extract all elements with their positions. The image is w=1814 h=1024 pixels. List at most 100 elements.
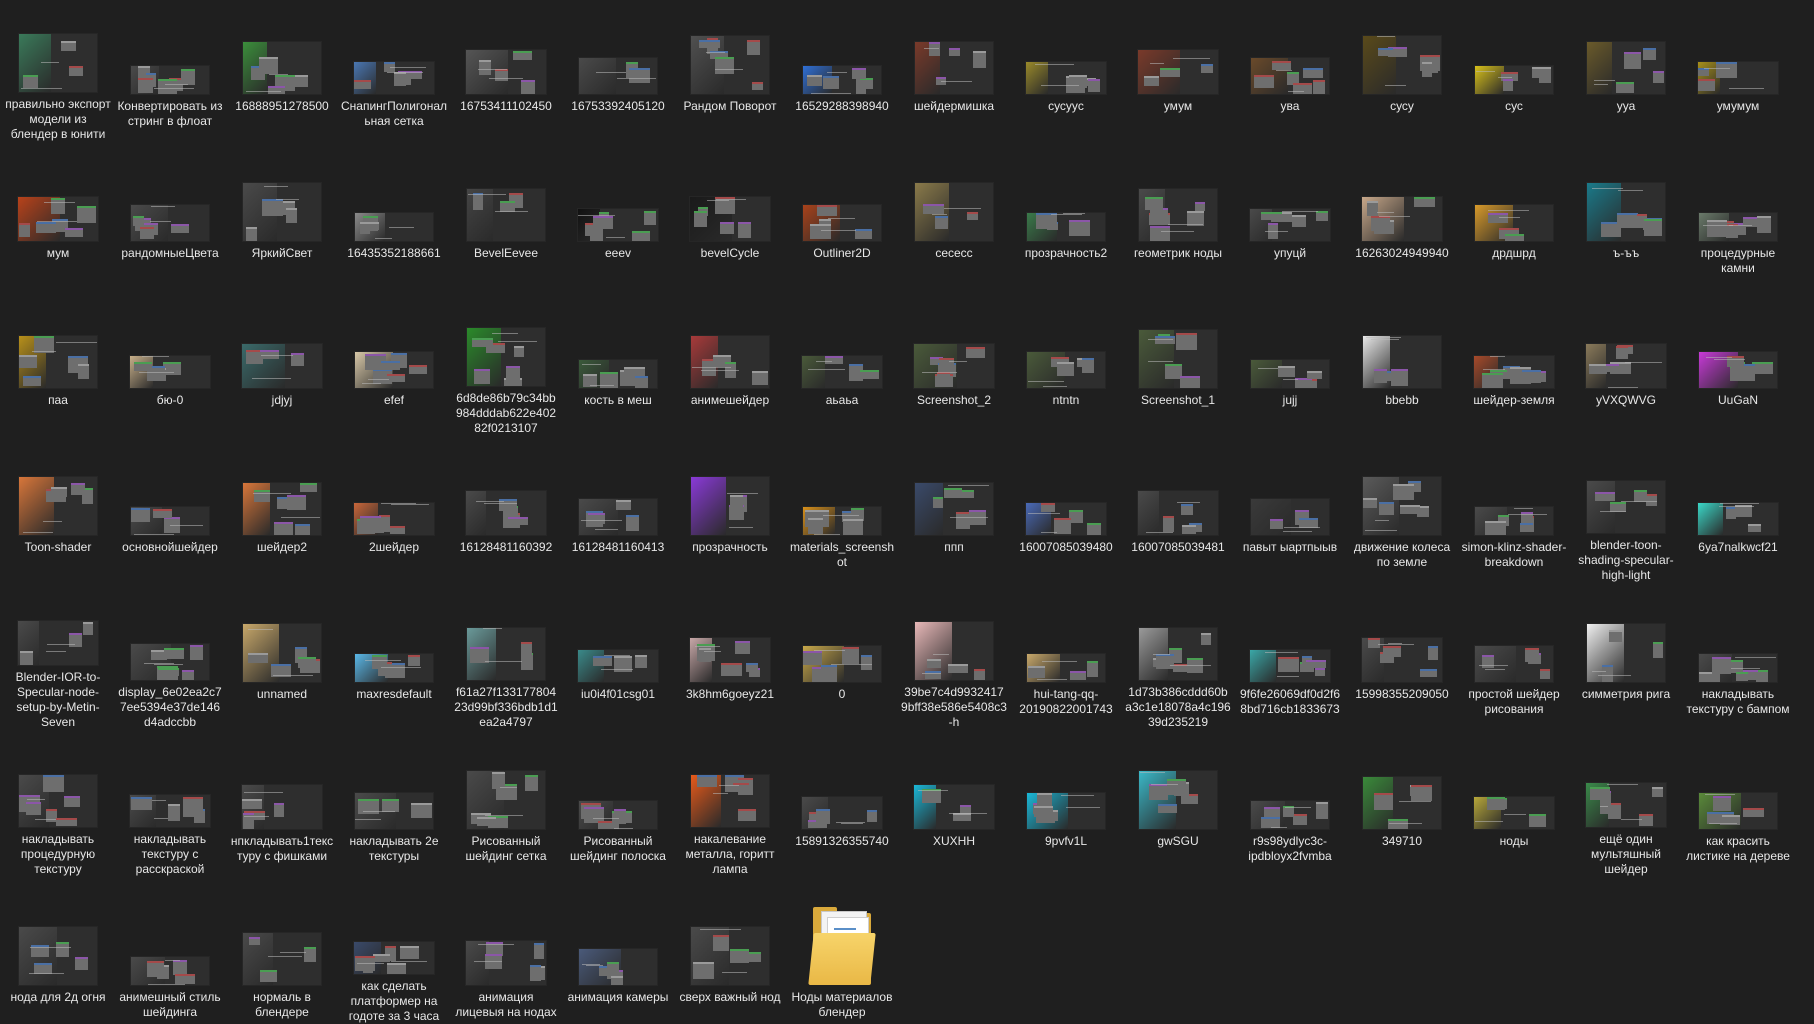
file-item[interactable]: накладывать текстуру с бампом bbox=[1682, 594, 1794, 730]
file-item[interactable]: simon-klinz-shader-breakdown bbox=[1458, 447, 1570, 583]
file-item[interactable]: Outliner2D bbox=[786, 153, 898, 289]
file-item[interactable]: ъ-ъъ bbox=[1570, 153, 1682, 289]
file-item[interactable]: прозрачность2 bbox=[1010, 153, 1122, 289]
file-item[interactable]: 349710 bbox=[1346, 741, 1458, 877]
file-item[interactable]: бю-0 bbox=[114, 300, 226, 436]
file-item[interactable]: прозрачность bbox=[674, 447, 786, 583]
file-item[interactable]: 16529288398940 bbox=[786, 6, 898, 142]
file-item[interactable]: 15891326355740 bbox=[786, 741, 898, 877]
file-item[interactable]: ууа bbox=[1570, 6, 1682, 142]
file-item[interactable]: правильно экспорт модели из блендер в юн… bbox=[2, 6, 114, 142]
file-item[interactable]: 3k8hm6goeyz21 bbox=[674, 594, 786, 730]
file-item[interactable]: сусууc bbox=[1010, 6, 1122, 142]
file-item[interactable]: materials_screenshot bbox=[786, 447, 898, 583]
file-item[interactable]: рандомныеЦвета bbox=[114, 153, 226, 289]
file-item[interactable]: шейдер2 bbox=[226, 447, 338, 583]
file-item[interactable]: умумум bbox=[1682, 6, 1794, 142]
file-item[interactable]: ппп bbox=[898, 447, 1010, 583]
file-item[interactable]: yVXQWVG bbox=[1570, 300, 1682, 436]
file-item[interactable]: накалевание металла, горитт лампа bbox=[674, 741, 786, 877]
file-item[interactable]: gwSGU bbox=[1122, 741, 1234, 877]
file-item[interactable]: упуцй bbox=[1234, 153, 1346, 289]
file-item[interactable]: мум bbox=[2, 153, 114, 289]
file-item[interactable]: 39be7c4d99324179bff38e586e5408c3-h bbox=[898, 594, 1010, 730]
file-item[interactable]: display_6e02ea2c77ee5394e37de146d4adccbb bbox=[114, 594, 226, 730]
file-item[interactable]: bbebb bbox=[1346, 300, 1458, 436]
file-item[interactable]: 0 bbox=[786, 594, 898, 730]
file-item[interactable]: efef bbox=[338, 300, 450, 436]
file-item[interactable]: сусу bbox=[1346, 6, 1458, 142]
file-item[interactable]: Конвертировать из стринг в флоат bbox=[114, 6, 226, 142]
file-item[interactable]: кость в меш bbox=[562, 300, 674, 436]
file-item[interactable]: ntntn bbox=[1010, 300, 1122, 436]
file-item[interactable]: умум bbox=[1122, 6, 1234, 142]
file-item[interactable]: Рисованный шейдинг сетка bbox=[450, 741, 562, 877]
file-item[interactable]: Screenshot_2 bbox=[898, 300, 1010, 436]
file-item[interactable]: анимация лицевыя на нодах bbox=[450, 897, 562, 1024]
file-item[interactable]: 6ya7nalkwcf21 bbox=[1682, 447, 1794, 583]
file-item[interactable]: 16753392405120 bbox=[562, 6, 674, 142]
file-item[interactable]: BevelEevee bbox=[450, 153, 562, 289]
file-item[interactable]: 16263024949940 bbox=[1346, 153, 1458, 289]
file-item[interactable]: симметрия рига bbox=[1570, 594, 1682, 730]
folder-item[interactable]: Ноды материалов блендер bbox=[786, 897, 898, 1024]
file-item[interactable]: СнапингПолигональная сетка bbox=[338, 6, 450, 142]
file-item[interactable]: bevelCycle bbox=[674, 153, 786, 289]
file-item[interactable]: аьаьа bbox=[786, 300, 898, 436]
file-item[interactable]: основнойшейдер bbox=[114, 447, 226, 583]
file-item[interactable]: движение колеса по земле bbox=[1346, 447, 1458, 583]
file-item[interactable]: нпкладывать1текстуру с фишками bbox=[226, 741, 338, 877]
file-item[interactable]: шейдер-земля bbox=[1458, 300, 1570, 436]
file-item[interactable]: 16888951278500 bbox=[226, 6, 338, 142]
file-item[interactable]: 16128481160392 bbox=[450, 447, 562, 583]
file-item[interactable]: геометрик ноды bbox=[1122, 153, 1234, 289]
file-item[interactable]: шейдермишка bbox=[898, 6, 1010, 142]
file-item[interactable]: 6d8de86b79c34bb984dddab622e40282f0213107 bbox=[450, 300, 562, 436]
file-item[interactable]: 2шейдер bbox=[338, 447, 450, 583]
file-item[interactable]: простой шейдер рисования bbox=[1458, 594, 1570, 730]
file-item[interactable]: Toon-shader bbox=[2, 447, 114, 583]
file-item[interactable]: сус bbox=[1458, 6, 1570, 142]
file-item[interactable]: сесесс bbox=[898, 153, 1010, 289]
file-item[interactable]: павыт ыартпыыв bbox=[1234, 447, 1346, 583]
file-item[interactable]: как сделать платформер на годоте за 3 ча… bbox=[338, 897, 450, 1024]
file-item[interactable]: 1d73b386cddd60ba3c1e18078a4c19639d235219 bbox=[1122, 594, 1234, 730]
file-item[interactable]: 16753411102450 bbox=[450, 6, 562, 142]
file-item[interactable]: iu0i4f01csg01 bbox=[562, 594, 674, 730]
file-item[interactable]: нода для 2д огня bbox=[2, 897, 114, 1024]
file-item[interactable]: процедурные камни bbox=[1682, 153, 1794, 289]
file-item[interactable]: Blender-IOR-to-Specular-node-setup-by-Me… bbox=[2, 594, 114, 730]
file-item[interactable]: накладывать процедурную текстуру bbox=[2, 741, 114, 877]
file-item[interactable]: Рисованный шейдинг полоска bbox=[562, 741, 674, 877]
file-item[interactable]: 16435352188661 bbox=[338, 153, 450, 289]
file-item[interactable]: 16007085039480 bbox=[1010, 447, 1122, 583]
file-item[interactable]: UuGaN bbox=[1682, 300, 1794, 436]
file-item[interactable]: hui-tang-qq-20190822001743 bbox=[1010, 594, 1122, 730]
file-item[interactable]: накладывать текстуру с расскраской bbox=[114, 741, 226, 877]
file-item[interactable]: сверх важный нод bbox=[674, 897, 786, 1024]
file-item[interactable]: blender-toon-shading-specular-high-light bbox=[1570, 447, 1682, 583]
file-item[interactable]: анимешный стиль шейдинга bbox=[114, 897, 226, 1024]
file-item[interactable]: дрдшрд bbox=[1458, 153, 1570, 289]
file-item[interactable]: анимешейдер bbox=[674, 300, 786, 436]
file-item[interactable]: r9s98ydlyc3c-ipdbloyx2fvmba bbox=[1234, 741, 1346, 877]
file-item[interactable]: 16007085039481 bbox=[1122, 447, 1234, 583]
file-item[interactable]: ноды bbox=[1458, 741, 1570, 877]
file-item[interactable]: 9pvfv1L bbox=[1010, 741, 1122, 877]
file-item[interactable]: 9f6fe26069df0d2f68bd716cb1833673 bbox=[1234, 594, 1346, 730]
file-item[interactable]: паа bbox=[2, 300, 114, 436]
file-item[interactable]: ещё один мультяшный шейдер bbox=[1570, 741, 1682, 877]
file-item[interactable]: ува bbox=[1234, 6, 1346, 142]
file-item[interactable]: XUXHH bbox=[898, 741, 1010, 877]
file-item[interactable]: анимация камеры bbox=[562, 897, 674, 1024]
file-item[interactable]: как красить листике на дереве bbox=[1682, 741, 1794, 877]
file-item[interactable]: eeev bbox=[562, 153, 674, 289]
file-item[interactable]: ЯркийСвет bbox=[226, 153, 338, 289]
file-item[interactable]: jdjyj bbox=[226, 300, 338, 436]
file-item[interactable]: maxresdefault bbox=[338, 594, 450, 730]
file-item[interactable]: нормаль в блендере bbox=[226, 897, 338, 1024]
file-item[interactable]: Рандом Поворот bbox=[674, 6, 786, 142]
file-item[interactable]: unnamed bbox=[226, 594, 338, 730]
file-item[interactable]: f61a27f13317780423d99bf336bdb1d1ea2a4797 bbox=[450, 594, 562, 730]
file-item[interactable]: 16128481160413 bbox=[562, 447, 674, 583]
